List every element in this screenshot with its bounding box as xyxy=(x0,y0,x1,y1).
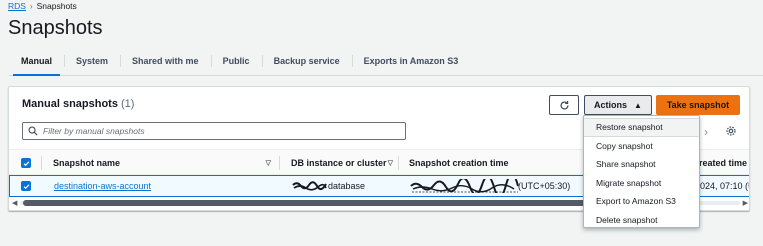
tab-public[interactable]: Public xyxy=(210,47,262,75)
column-divider xyxy=(398,156,399,170)
panel-title: Manual snapshots (1) xyxy=(22,98,134,110)
db-created-time-cell: 024, 07:10 (U xyxy=(700,181,750,191)
redaction-scribble xyxy=(410,179,519,193)
menu-item-export-to-amazon-s3[interactable]: Export to Amazon S3 xyxy=(584,192,699,211)
tab-bar: Manual System Shared with me Public Back… xyxy=(9,47,763,76)
scroll-right-icon[interactable]: ▶ xyxy=(743,199,748,207)
tab-system[interactable]: System xyxy=(64,47,120,75)
gear-icon[interactable] xyxy=(725,124,737,142)
refresh-button[interactable] xyxy=(549,95,579,115)
page-title: Snapshots xyxy=(8,17,103,39)
page: RDS › Snapshots Snapshots Manual System … xyxy=(0,0,763,246)
redaction-scribble xyxy=(292,181,327,191)
menu-item-delete-snapshot[interactable]: Delete snapshot xyxy=(584,211,699,230)
tab-manual[interactable]: Manual xyxy=(9,47,64,76)
search-icon xyxy=(28,126,38,136)
sort-descending-icon: ▽ xyxy=(265,160,271,167)
column-header-label: DB instance or cluster xyxy=(291,158,387,168)
breadcrumb-current: Snapshots xyxy=(36,1,77,11)
creation-time-text: (UTC+05:30) xyxy=(518,181,571,191)
check-icon xyxy=(23,183,29,189)
snapshot-name-link[interactable]: destination-aws-account xyxy=(54,176,151,196)
menu-item-restore-snapshot[interactable]: Restore snapshot xyxy=(584,118,699,137)
db-instance-cell: database xyxy=(292,176,392,196)
tab-exports-in-amazon-s3[interactable]: Exports in Amazon S3 xyxy=(351,47,471,75)
column-header-label: Snapshot creation time xyxy=(409,158,509,168)
breadcrumb-rds-link[interactable]: RDS xyxy=(8,1,26,11)
panel-title-text: Manual snapshots xyxy=(22,98,118,110)
menu-item-migrate-snapshot[interactable]: Migrate snapshot xyxy=(584,174,699,193)
column-header-label: reated time xyxy=(699,158,748,168)
select-all-checkbox[interactable] xyxy=(21,150,31,176)
menu-item-copy-snapshot[interactable]: Copy snapshot xyxy=(584,137,699,156)
snapshot-count: (1) xyxy=(120,98,135,110)
refresh-icon xyxy=(560,100,569,110)
tab-backup-service[interactable]: Backup service xyxy=(261,47,352,75)
column-divider xyxy=(41,156,42,170)
next-page-icon[interactable]: › xyxy=(704,125,708,139)
actions-button[interactable]: Actions ▲ xyxy=(584,95,652,115)
check-icon xyxy=(23,160,29,166)
db-instance-text: database xyxy=(328,181,366,191)
column-header-db-created-time[interactable]: reated time xyxy=(699,150,747,176)
column-header-label: Snapshot name xyxy=(53,158,121,168)
take-snapshot-button[interactable]: Take snapshot xyxy=(656,95,740,115)
scrollbar-thumb[interactable] xyxy=(23,200,588,206)
menu-item-share-snapshot[interactable]: Share snapshot xyxy=(584,155,699,174)
actions-button-label: Actions xyxy=(594,100,628,110)
actions-dropdown-menu: Restore snapshot Copy snapshot Share sna… xyxy=(583,115,700,228)
caret-up-icon: ▲ xyxy=(634,100,642,110)
breadcrumb: RDS › Snapshots xyxy=(8,1,77,11)
column-header-creation-time[interactable]: Snapshot creation time xyxy=(409,150,509,176)
tab-shared-with-me[interactable]: Shared with me xyxy=(120,47,211,75)
scroll-left-icon[interactable]: ◀ xyxy=(12,199,17,207)
row-checkbox[interactable] xyxy=(21,176,31,196)
filter-field[interactable] xyxy=(22,122,406,140)
filter-input[interactable] xyxy=(43,126,383,136)
column-header-snapshot-name[interactable]: Snapshot name ▽ xyxy=(53,150,271,176)
column-header-db-instance[interactable]: DB instance or cluster ▽ xyxy=(291,150,393,176)
column-divider xyxy=(279,156,280,170)
sort-descending-icon: ▽ xyxy=(387,160,393,167)
creation-time-cell: (UTC+05:30) xyxy=(410,176,590,196)
chevron-right-icon: › xyxy=(29,1,33,11)
